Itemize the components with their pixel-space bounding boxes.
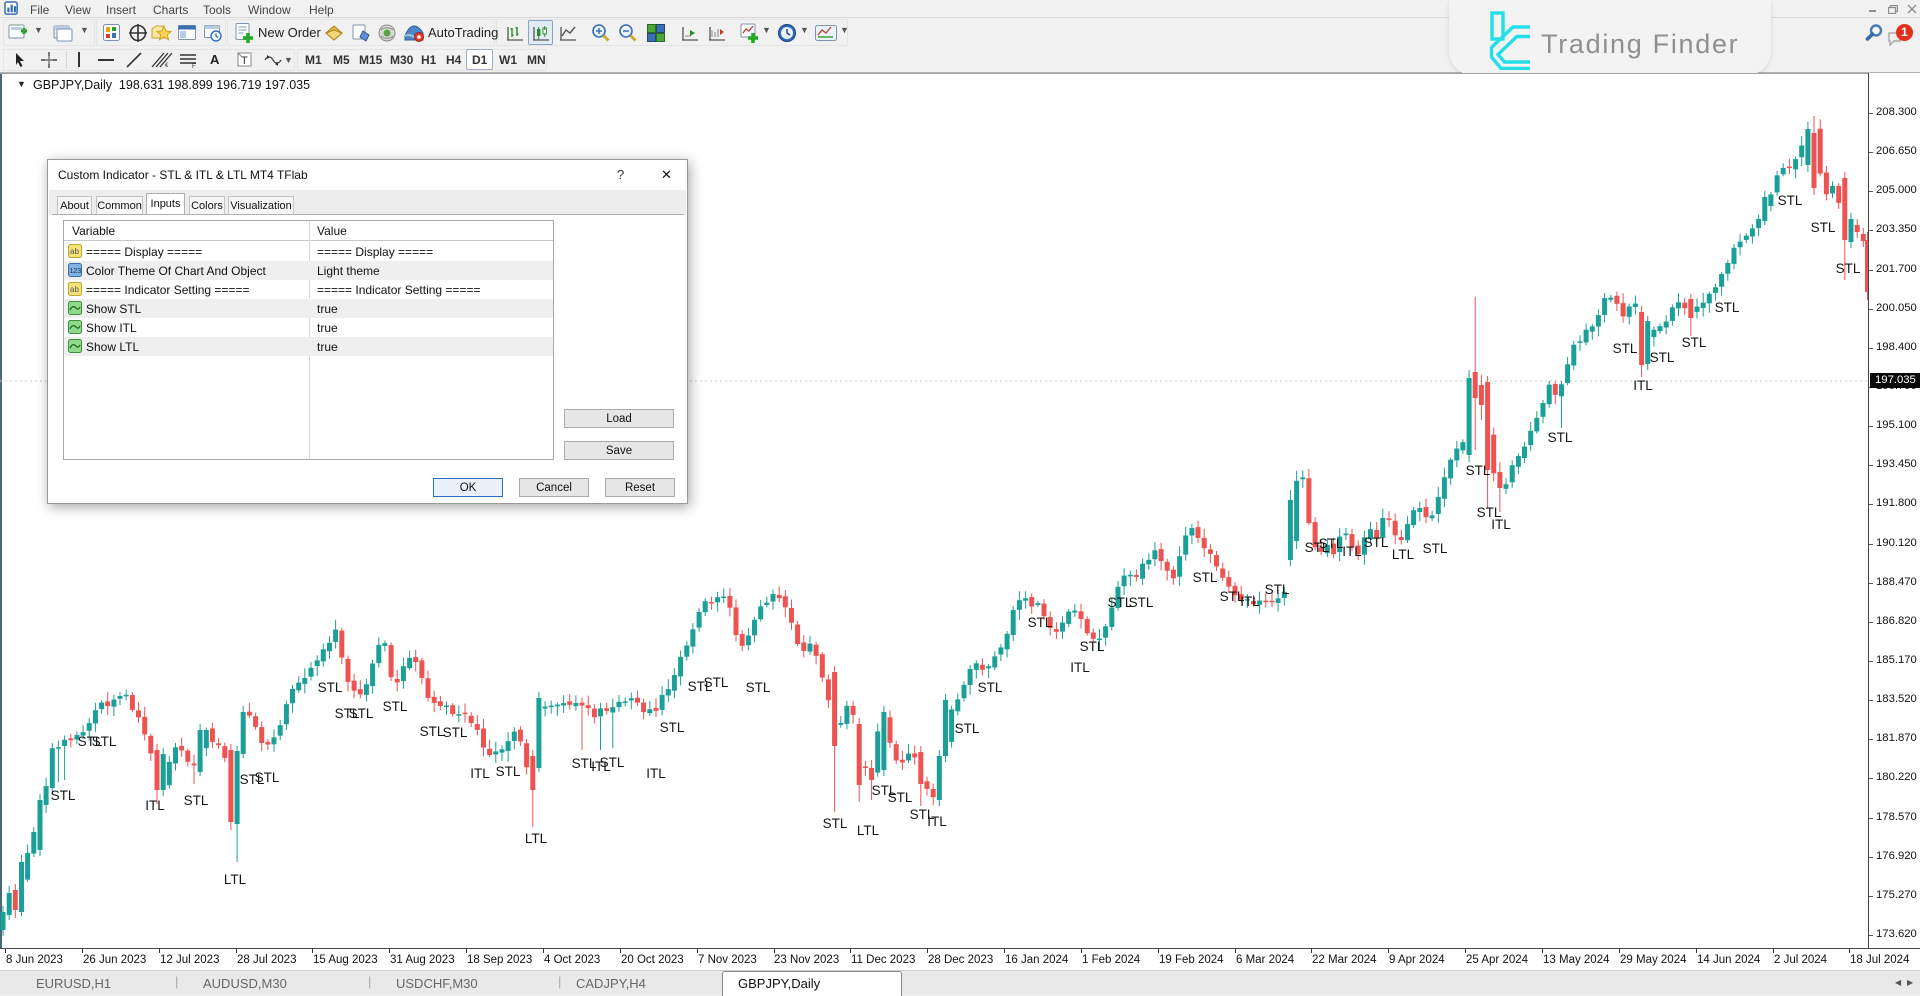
svg-text:ITL: ITL (470, 766, 490, 781)
svg-text:STL: STL (746, 680, 771, 695)
svg-text:STL: STL (1129, 595, 1154, 610)
svg-text:STL: STL (184, 793, 209, 808)
svg-text:ab: ab (70, 285, 79, 294)
svg-text:F: F (192, 64, 196, 69)
svg-text:ITL: ITL (1633, 378, 1653, 393)
svg-text:STL: STL (51, 788, 76, 803)
svg-text:STL: STL (1811, 220, 1836, 235)
svg-text:ITL: ITL (1342, 544, 1362, 559)
svg-text:ITL: ITL (1491, 517, 1511, 532)
svg-text:ab: ab (70, 247, 79, 256)
svg-text:STL: STL (1836, 261, 1861, 276)
svg-text:STL: STL (383, 699, 408, 714)
svg-text:STL: STL (1265, 582, 1290, 597)
svg-text:LTL: LTL (857, 823, 880, 838)
svg-text:STL: STL (1319, 536, 1344, 551)
svg-text:STL: STL (600, 755, 625, 770)
svg-text:STL: STL (888, 790, 913, 805)
svg-text:STL: STL (255, 770, 280, 785)
svg-text:ITL: ITL (927, 814, 947, 829)
svg-text:STL: STL (1715, 300, 1740, 315)
svg-text:ITL: ITL (1240, 594, 1260, 609)
svg-text:STL: STL (1028, 615, 1053, 630)
svg-text:STL: STL (443, 725, 468, 740)
svg-text:STL: STL (704, 675, 729, 690)
svg-text:STL: STL (349, 706, 374, 721)
svg-text:€: € (165, 63, 169, 69)
svg-text:STL: STL (1080, 639, 1105, 654)
svg-text:STL: STL (1548, 430, 1573, 445)
svg-text:STL: STL (660, 720, 685, 735)
svg-text:STL: STL (1650, 350, 1675, 365)
svg-text:ITL: ITL (145, 798, 165, 813)
svg-text:STL: STL (1466, 463, 1491, 478)
svg-text:STL: STL (1613, 341, 1638, 356)
svg-text:STL: STL (1423, 541, 1448, 556)
svg-text:STL: STL (92, 734, 117, 749)
svg-text:LTL: LTL (224, 872, 247, 887)
svg-text:LTL: LTL (1392, 547, 1415, 562)
svg-text:STL: STL (1778, 193, 1803, 208)
svg-text:STL: STL (318, 680, 343, 695)
svg-text:STL: STL (955, 721, 980, 736)
svg-text:STL: STL (496, 764, 521, 779)
svg-text:STL: STL (1193, 570, 1218, 585)
svg-text:STL: STL (823, 816, 848, 831)
svg-text:STL: STL (978, 680, 1003, 695)
svg-text:STL: STL (1364, 535, 1389, 550)
svg-text:ITL: ITL (646, 766, 666, 781)
svg-text:STL: STL (1682, 335, 1707, 350)
svg-text:ITL: ITL (1070, 660, 1090, 675)
svg-text:123: 123 (70, 268, 82, 275)
svg-text:LTL: LTL (525, 831, 548, 846)
svg-text:STL: STL (420, 724, 445, 739)
